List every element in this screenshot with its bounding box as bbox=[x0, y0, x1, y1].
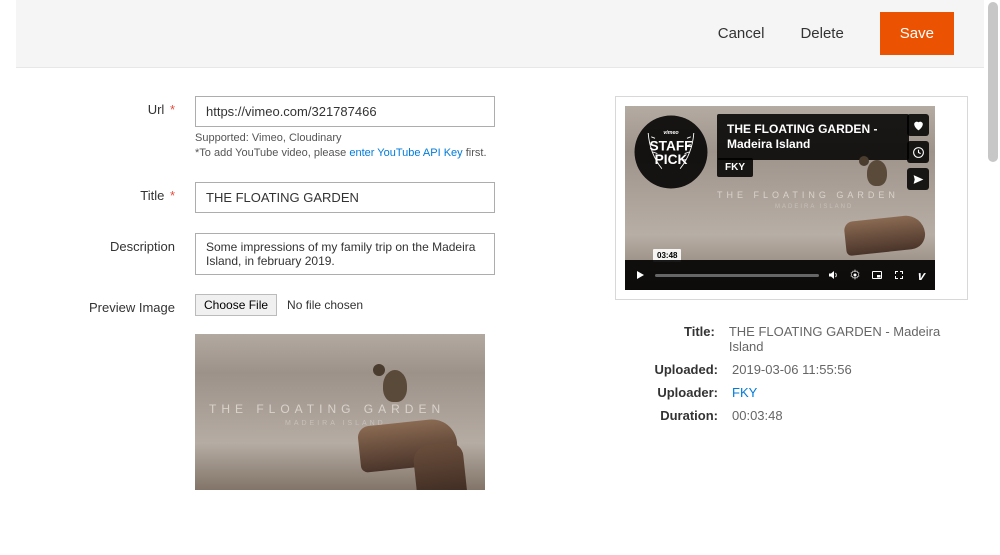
page-scrollbar[interactable] bbox=[988, 2, 998, 162]
video-title-overlay[interactable]: THE FLOATING GARDEN - Madeira Island bbox=[717, 114, 909, 160]
meta-uploaded-value: 2019-03-06 11:55:56 bbox=[732, 362, 852, 377]
bird-graphic bbox=[383, 370, 407, 402]
url-help-line1: Supported: Vimeo, Cloudinary bbox=[195, 132, 342, 144]
vimeo-logo-button[interactable]: v bbox=[912, 267, 930, 283]
preview-row: Preview Image Choose File No file chosen… bbox=[80, 294, 585, 490]
meta-duration-label: Duration: bbox=[643, 408, 718, 423]
pip-button[interactable] bbox=[869, 267, 885, 283]
share-button[interactable] bbox=[907, 168, 929, 190]
staff-pick-icon: vimeo STAFF PICK bbox=[633, 114, 709, 190]
title-input[interactable] bbox=[195, 182, 495, 213]
player-controlbar: v bbox=[625, 260, 935, 290]
gear-icon bbox=[849, 269, 861, 281]
url-input[interactable] bbox=[195, 96, 495, 127]
required-star: * bbox=[170, 102, 175, 117]
meta-uploader-row: Uploader: FKY bbox=[643, 385, 968, 400]
url-label-text: Url bbox=[148, 102, 165, 117]
delete-button[interactable]: Delete bbox=[800, 25, 843, 42]
bird-graphic bbox=[867, 160, 887, 186]
preview-overlay-title: THE FLOATING GARDEN bbox=[209, 402, 445, 416]
fullscreen-button[interactable] bbox=[891, 267, 907, 283]
title-label: Title * bbox=[80, 182, 195, 203]
video-author-chip[interactable]: FKY bbox=[717, 158, 753, 177]
url-help-prefix: *To add YouTube video, please bbox=[195, 147, 349, 159]
preview-image-label: Preview Image bbox=[80, 294, 195, 315]
video-metadata: Title: THE FLOATING GARDEN - Madeira Isl… bbox=[615, 324, 968, 423]
meta-duration-row: Duration: 00:03:48 bbox=[643, 408, 968, 423]
meta-duration-value: 00:03:48 bbox=[732, 408, 783, 423]
fullscreen-icon bbox=[893, 269, 905, 281]
side-column: vimeo STAFF PICK THE FLOATING GARDEN - M… bbox=[615, 96, 980, 506]
url-help-text: Supported: Vimeo, Cloudinary *To add You… bbox=[195, 131, 585, 162]
volume-button[interactable] bbox=[825, 267, 841, 283]
hand-graphic bbox=[843, 214, 926, 256]
preview-control-wrap: Choose File No file chosen THE FLOATING … bbox=[195, 294, 585, 490]
description-row: Description Some impressions of my famil… bbox=[80, 233, 585, 278]
heart-icon bbox=[912, 119, 925, 132]
bird-graphic bbox=[373, 364, 385, 376]
title-row: Title * bbox=[80, 182, 585, 213]
meta-title-row: Title: THE FLOATING GARDEN - Madeira Isl… bbox=[643, 324, 968, 354]
bird-graphic bbox=[859, 156, 869, 166]
overlay-icon-stack bbox=[907, 114, 929, 190]
content-area: Url * Supported: Vimeo, Cloudinary *To a… bbox=[0, 68, 1000, 506]
share-icon bbox=[912, 173, 925, 186]
staff-pick-brand: vimeo bbox=[663, 130, 679, 136]
play-button[interactable] bbox=[631, 266, 649, 284]
meta-uploaded-label: Uploaded: bbox=[643, 362, 718, 377]
description-label: Description bbox=[80, 233, 195, 254]
player-faint-subtitle: MADEIRA ISLAND bbox=[775, 204, 853, 210]
choose-file-button[interactable]: Choose File bbox=[195, 294, 277, 316]
watch-later-button[interactable] bbox=[907, 141, 929, 163]
clock-icon bbox=[912, 146, 925, 159]
like-button[interactable] bbox=[907, 114, 929, 136]
enter-api-key-link[interactable]: enter YouTube API Key bbox=[349, 147, 462, 159]
video-preview-box: vimeo STAFF PICK THE FLOATING GARDEN - M… bbox=[615, 96, 968, 300]
volume-icon bbox=[827, 269, 839, 281]
staff-pick-text-bottom: PICK bbox=[655, 152, 688, 167]
preview-thumbnail[interactable]: THE FLOATING GARDEN MADEIRA ISLAND bbox=[195, 334, 485, 490]
description-textarea[interactable]: Some impressions of my family trip on th… bbox=[195, 233, 495, 275]
cancel-button[interactable]: Cancel bbox=[718, 25, 765, 42]
file-input-line: Choose File No file chosen bbox=[195, 294, 585, 316]
progress-bar[interactable] bbox=[655, 274, 819, 277]
meta-uploader-link[interactable]: FKY bbox=[732, 385, 757, 400]
settings-button[interactable] bbox=[847, 267, 863, 283]
url-label: Url * bbox=[80, 96, 195, 117]
staff-pick-badge: vimeo STAFF PICK bbox=[633, 114, 709, 190]
url-control-wrap: Supported: Vimeo, Cloudinary *To add You… bbox=[195, 96, 585, 162]
header-toolbar: Cancel Delete Save bbox=[16, 0, 984, 68]
url-help-suffix: first. bbox=[463, 147, 487, 159]
player-faint-title: THE FLOATING GARDEN bbox=[717, 190, 899, 200]
required-star: * bbox=[170, 188, 175, 203]
meta-uploaded-row: Uploaded: 2019-03-06 11:55:56 bbox=[643, 362, 968, 377]
form-column: Url * Supported: Vimeo, Cloudinary *To a… bbox=[20, 96, 585, 506]
staff-pick-text-top: STAFF bbox=[649, 138, 692, 153]
meta-title-value: THE FLOATING GARDEN - Madeira Island bbox=[729, 324, 968, 354]
url-row: Url * Supported: Vimeo, Cloudinary *To a… bbox=[80, 96, 585, 162]
meta-uploader-label: Uploader: bbox=[643, 385, 718, 400]
description-control-wrap: Some impressions of my family trip on th… bbox=[195, 233, 585, 278]
hand-graphic bbox=[412, 441, 468, 489]
title-label-text: Title bbox=[140, 188, 164, 203]
video-player[interactable]: vimeo STAFF PICK THE FLOATING GARDEN - M… bbox=[625, 106, 935, 290]
play-icon bbox=[634, 269, 646, 281]
meta-title-label: Title: bbox=[643, 324, 715, 354]
vimeo-logo-icon: v bbox=[917, 268, 925, 283]
save-button[interactable]: Save bbox=[880, 12, 954, 55]
title-control-wrap bbox=[195, 182, 585, 213]
no-file-text: No file chosen bbox=[287, 298, 363, 312]
pip-icon bbox=[871, 269, 883, 281]
